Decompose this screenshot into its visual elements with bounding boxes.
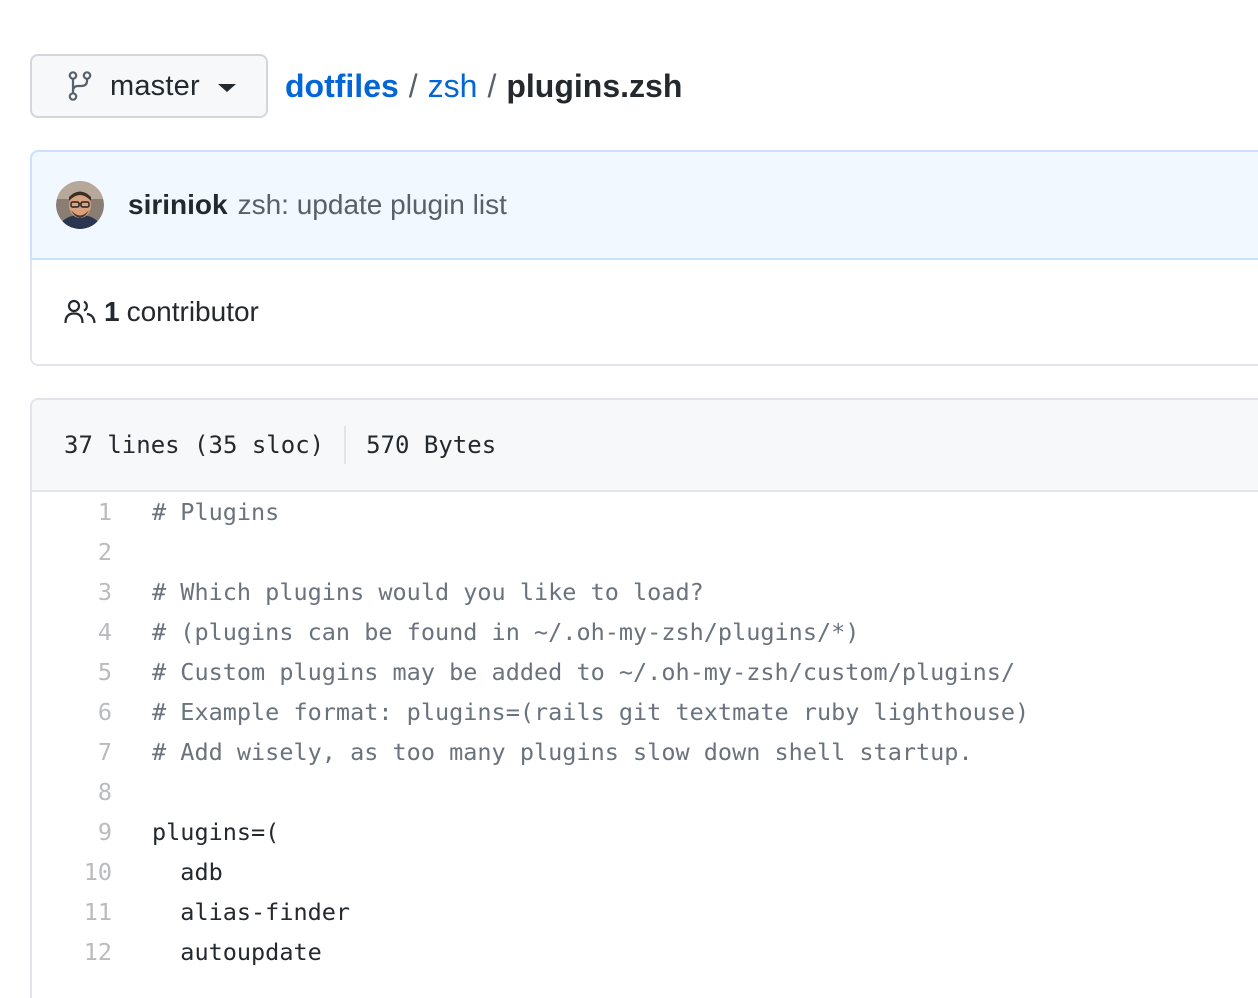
code-text: plugins=( <box>152 818 280 846</box>
commit-message-link[interactable]: zsh: update plugin list <box>238 189 507 221</box>
code-text: # (plugins can be found in ~/.oh-my-zsh/… <box>152 618 860 646</box>
branch-name: master <box>110 69 200 102</box>
code-text: # Which plugins would you like to load? <box>152 578 704 606</box>
code-text: # Custom plugins may be added to ~/.oh-m… <box>152 658 1016 686</box>
breadcrumb-separator: / <box>408 67 418 104</box>
code-line: 10 adb <box>32 852 1029 892</box>
line-number[interactable]: 1 <box>32 492 152 532</box>
file-viewer: 37 lines (35 sloc) 570 Bytes 1 # Plugins 2… <box>30 398 1258 998</box>
people-icon <box>64 297 98 327</box>
code-line: 4 # (plugins can be found in ~/.oh-my-zsh… <box>32 612 1029 652</box>
breadcrumb-folder-link[interactable]: zsh <box>428 68 478 105</box>
line-number[interactable]: 7 <box>32 732 152 772</box>
breadcrumb-separator: / <box>487 67 497 104</box>
breadcrumb-repo-link[interactable]: dotfiles <box>285 68 399 105</box>
code-text: # Plugins <box>152 498 280 526</box>
code-text: # Add wisely, as too many plugins slow d… <box>152 738 973 766</box>
code-line: 2 <box>32 532 1029 572</box>
line-number[interactable]: 3 <box>32 572 152 612</box>
commit-author-link[interactable]: siriniok <box>128 189 228 221</box>
line-number[interactable]: 2 <box>32 532 152 572</box>
line-number[interactable]: 4 <box>32 612 152 652</box>
code-text: # Example format: plugins=(rails git tex… <box>152 698 1030 726</box>
code-line: 3 # Which plugins would you like to load? <box>32 572 1029 612</box>
code-line: 7 # Add wisely, as too many plugins slow … <box>32 732 1029 772</box>
contributor-count: 1 <box>104 296 120 327</box>
code-line: 6 # Example format: plugins=(rails git te… <box>32 692 1029 732</box>
code-line: 8 <box>32 772 1029 812</box>
branch-select-button[interactable]: master <box>30 54 268 118</box>
code-table: 1 # Plugins 2 3 # Which plugins would you li… <box>32 492 1030 972</box>
code-text: adb <box>152 858 223 886</box>
latest-commit-row: siriniok zsh: update plugin list <box>30 150 1258 260</box>
code-line: 9 plugins=( <box>32 812 1029 852</box>
line-number[interactable]: 12 <box>32 932 152 972</box>
line-number[interactable]: 8 <box>32 772 152 812</box>
code-line: 12 autoupdate <box>32 932 1029 972</box>
code-text: autoupdate <box>152 938 322 966</box>
git-branch-icon <box>66 70 94 102</box>
line-number[interactable]: 5 <box>32 652 152 692</box>
user-avatar[interactable] <box>56 181 104 229</box>
file-line-count: 37 lines (35 sloc) <box>64 431 325 459</box>
code-text: alias-finder <box>152 898 351 926</box>
breadcrumb-file-name: plugins.zsh <box>506 67 683 104</box>
contributors-row: 1 contributor <box>30 260 1258 366</box>
caret-down-icon <box>217 84 236 92</box>
line-number[interactable]: 9 <box>32 812 152 852</box>
commit-info-box: siriniok zsh: update plugin list 1 contr… <box>30 150 1258 366</box>
breadcrumb: dotfiles / zsh / plugins.zsh <box>285 68 682 105</box>
file-size: 570 Bytes <box>366 431 497 459</box>
code-line: 11 alias-finder <box>32 892 1029 932</box>
file-navigation: master dotfiles / zsh / plugins.zsh <box>30 54 682 118</box>
header-divider <box>344 426 347 464</box>
code-line: 5 # Custom plugins may be added to ~/.oh-… <box>32 652 1029 692</box>
code-line: 1 # Plugins <box>32 492 1029 532</box>
file-info-header: 37 lines (35 sloc) 570 Bytes <box>32 400 1258 492</box>
contributor-label[interactable]: contributor <box>127 296 259 328</box>
line-number[interactable]: 10 <box>32 852 152 892</box>
line-number[interactable]: 6 <box>32 692 152 732</box>
code-text <box>152 772 1029 812</box>
code-text <box>152 532 1029 572</box>
line-number[interactable]: 11 <box>32 892 152 932</box>
